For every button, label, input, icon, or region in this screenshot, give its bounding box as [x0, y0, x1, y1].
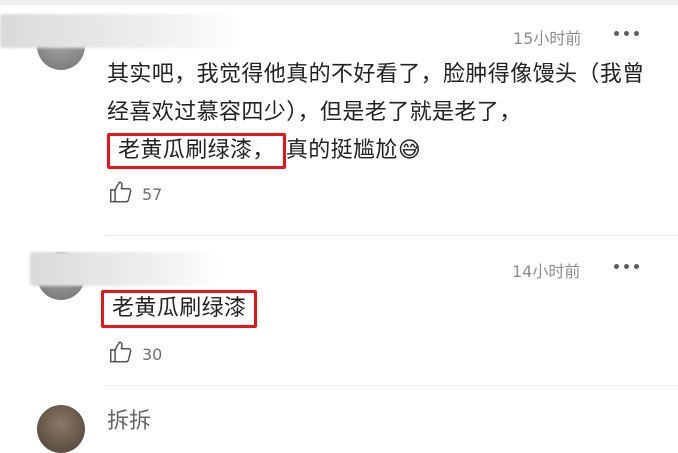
comment-text-body: 其实吧，我觉得他真的不好看了，脸肿得像馒头（我曾经喜欢过慕容四少），但是老了就是…	[107, 62, 645, 125]
comment-timestamp: 15小时前	[513, 29, 582, 48]
more-options-icon[interactable]	[614, 264, 640, 270]
comment-text: 其实吧，我觉得他真的不好看了，脸肿得像馒头（我曾经喜欢过慕容四少），但是老了就是…	[107, 56, 647, 170]
thumbs-up-icon	[108, 339, 134, 369]
like-count: 30	[142, 344, 163, 364]
like-button[interactable]: 57	[108, 179, 162, 209]
highlight-box: 老黄瓜刷绿漆，	[107, 133, 286, 169]
comment-timestamp: 14小时前	[512, 262, 581, 281]
like-count: 57	[142, 184, 163, 204]
username-blurred[interactable]	[30, 252, 220, 286]
avatar[interactable]	[37, 405, 85, 453]
highlight-box: 老黄瓜刷绿漆	[101, 290, 258, 328]
comment-text-end: 真的挺尴尬	[285, 138, 398, 163]
username-blurred[interactable]	[0, 14, 240, 48]
comment-text: 老黄瓜刷绿漆	[101, 290, 258, 328]
comment-divider	[105, 385, 678, 386]
comment-item: 15小时前 其实吧，我觉得他真的不好看了，脸肿得像馒头（我曾经喜欢过慕容四少），…	[0, 0, 678, 236]
sweat-smile-emoji-icon: 😅	[397, 138, 422, 163]
more-options-icon[interactable]	[614, 31, 640, 37]
thumbs-up-icon	[108, 179, 134, 209]
username[interactable]: 拆拆	[107, 403, 151, 435]
like-button[interactable]: 30	[108, 339, 162, 369]
comment-item: 14小时前 老黄瓜刷绿漆 30	[0, 236, 678, 386]
